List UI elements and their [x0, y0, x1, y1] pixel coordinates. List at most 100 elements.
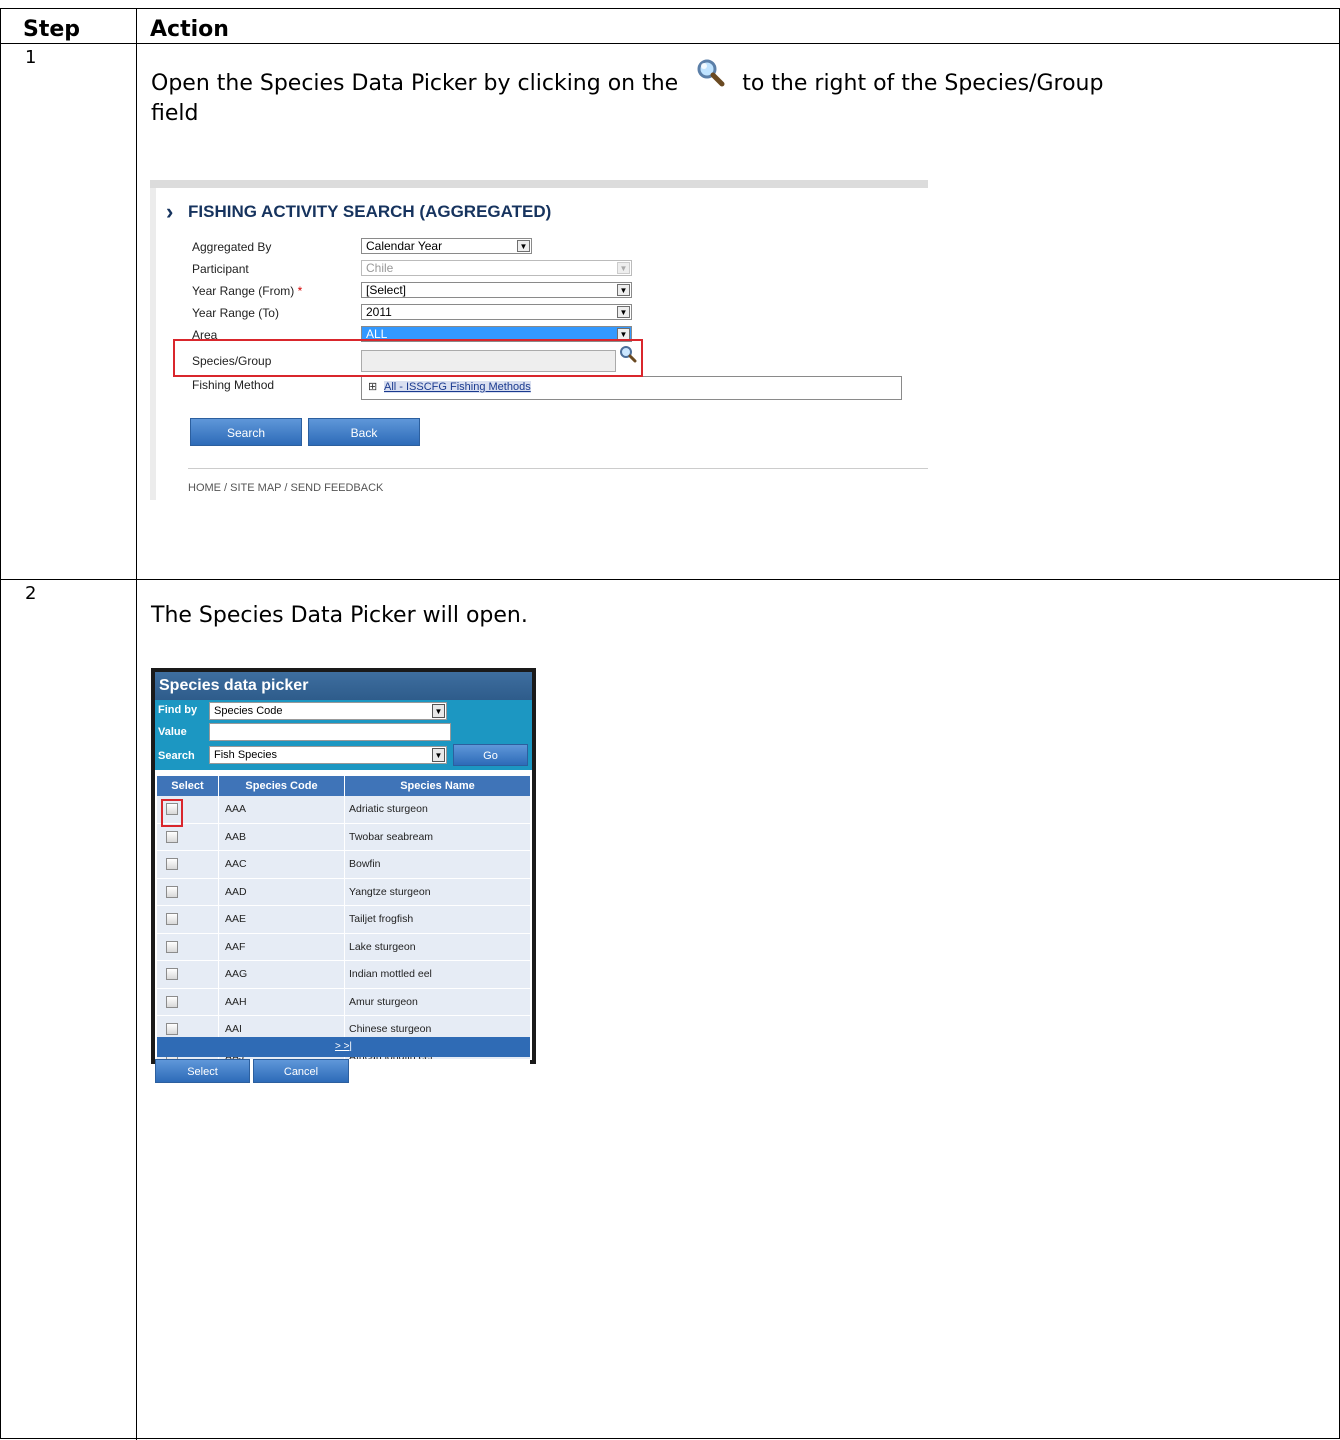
select-cell: [157, 906, 219, 933]
row-checkbox[interactable]: [166, 885, 178, 898]
go-button[interactable]: Go: [453, 744, 528, 766]
column-header-species-code: Species Code: [219, 776, 345, 796]
cancel-button[interactable]: Cancel: [253, 1059, 349, 1083]
year-to-select[interactable]: 2011 ▼: [361, 304, 632, 320]
fishing-method-value[interactable]: All - ISSCFG Fishing Methods: [384, 381, 531, 393]
fishing-method-box[interactable]: ⊞ All - ISSCFG Fishing Methods: [361, 376, 902, 400]
search-label: Search: [158, 750, 195, 762]
step-2-instruction: The Species Data Picker will open.: [151, 603, 528, 628]
table-row[interactable]: AAD Yangtze sturgeon: [157, 878, 530, 906]
species-name-cell: Yangtze sturgeon: [349, 885, 431, 898]
aggregated-by-select[interactable]: Calendar Year ▼: [361, 238, 532, 254]
top-bar: [150, 180, 928, 188]
picker-footer: Select Cancel: [155, 1059, 530, 1083]
year-from-label-text: Year Range (From): [192, 284, 295, 298]
dropdown-arrow-icon[interactable]: ▼: [432, 704, 445, 718]
search-type-select[interactable]: Fish Species ▼: [209, 746, 447, 764]
dropdown-arrow-icon[interactable]: ▼: [432, 748, 445, 762]
year-from-value: [Select]: [366, 283, 407, 297]
species-code-cell: AAB: [219, 823, 345, 850]
select-button[interactable]: Select: [155, 1059, 250, 1083]
row-checkbox[interactable]: [166, 1023, 178, 1035]
species-code-cell: AAG: [219, 961, 345, 988]
dropdown-arrow-icon[interactable]: ▼: [617, 306, 630, 318]
footer-links[interactable]: HOME / SITE MAP / SEND FEEDBACK: [188, 482, 383, 494]
row-divider: [1, 579, 1340, 580]
table-row[interactable]: AAF Lake sturgeon: [157, 933, 530, 961]
dropdown-arrow-icon[interactable]: ▼: [617, 284, 630, 296]
year-to-value: 2011: [366, 305, 392, 319]
value-input[interactable]: [209, 723, 451, 741]
table-row[interactable]: AAE Tailjet frogfish: [157, 906, 530, 934]
select-cell: [157, 878, 219, 905]
results-table-header: Select Species Code Species Name: [157, 776, 530, 796]
table-row[interactable]: AAB Twobar seabream: [157, 823, 530, 851]
divider: [188, 468, 928, 469]
select-cell: [157, 988, 219, 1015]
instruction-text: to the right of the Species/Group: [742, 71, 1104, 96]
aggregated-by-value: Calendar Year: [366, 239, 443, 253]
species-name-cell: Amur sturgeon: [349, 995, 418, 1008]
magnifier-icon: [685, 57, 735, 87]
page-title: FISHING ACTIVITY SEARCH (AGGREGATED): [188, 202, 552, 221]
row-checkbox[interactable]: [166, 940, 178, 953]
fishing-method-label: Fishing Method: [192, 378, 275, 392]
step-number: 1: [25, 47, 37, 68]
table-row[interactable]: AAH Amur sturgeon: [157, 988, 530, 1016]
column-header-species-name: Species Name: [400, 780, 475, 792]
action-column-header: Action: [150, 17, 229, 42]
species-code-cell: AAE: [219, 906, 345, 933]
step-number: 2: [25, 583, 37, 604]
year-from-label: Year Range (From) *: [192, 284, 302, 298]
species-data-picker-screenshot: Species data picker Find by Species Code…: [151, 668, 536, 1064]
column-divider: [136, 9, 137, 1440]
row-checkbox[interactable]: [166, 995, 178, 1008]
row-checkbox[interactable]: [166, 913, 178, 925]
find-by-label: Find by: [158, 704, 198, 716]
column-header-select: Select: [157, 776, 219, 796]
chevron-right-icon: ›: [166, 199, 174, 224]
instruction-text: field: [151, 101, 199, 126]
row-checkbox[interactable]: [166, 968, 178, 980]
instruction-text: Open the Species Data Picker by clicking…: [151, 71, 679, 96]
find-by-select[interactable]: Species Code ▼: [209, 702, 447, 720]
find-by-value: Species Code: [214, 705, 283, 717]
species-name-cell: Bowfin: [349, 858, 381, 870]
select-cell: [157, 933, 219, 960]
step-1-instruction: Open the Species Data Picker by clicking…: [151, 59, 1251, 129]
next-page-link[interactable]: > >|: [335, 1041, 352, 1052]
dropdown-arrow-icon[interactable]: ▼: [517, 240, 530, 252]
expand-icon[interactable]: ⊞: [368, 380, 377, 393]
picker-panel: Species data picker Find by Species Code…: [155, 672, 532, 1060]
year-to-label: Year Range (To): [192, 306, 279, 320]
table-row[interactable]: AAC Bowfin: [157, 851, 530, 879]
row-checkbox[interactable]: [166, 858, 178, 870]
highlight-box: [161, 799, 183, 827]
table-row[interactable]: AAA Adriatic sturgeon: [157, 796, 530, 824]
participant-label: Participant: [192, 262, 249, 276]
year-from-select[interactable]: [Select] ▼: [361, 282, 632, 298]
species-code-cell: AAF: [219, 933, 345, 960]
species-code-cell: AAA: [219, 796, 345, 823]
highlight-box: [173, 339, 643, 377]
required-mark: *: [297, 284, 303, 298]
table-row[interactable]: AAG Indian mottled eel: [157, 961, 530, 989]
species-name-cell: Tailjet frogfish: [349, 913, 414, 925]
species-name-cell: Indian mottled eel: [349, 968, 432, 980]
species-code-cell: AAH: [219, 988, 345, 1015]
dropdown-arrow-icon: ▼: [617, 262, 630, 274]
row-checkbox[interactable]: [166, 830, 178, 843]
search-type-value: Fish Species: [214, 749, 277, 761]
participant-value: Chile: [366, 261, 394, 275]
select-cell: [157, 823, 219, 850]
aggregated-by-label: Aggregated By: [192, 240, 272, 254]
fishing-activity-search-screenshot: › FISHING ACTIVITY SEARCH (AGGREGATED) A…: [150, 180, 928, 500]
value-label: Value: [158, 726, 187, 738]
step-column-header: Step: [23, 17, 81, 42]
header-divider: [1, 43, 1340, 44]
species-code-cell: AAC: [219, 851, 345, 878]
pager-bar: > >|: [157, 1037, 530, 1057]
species-name-cell: Lake sturgeon: [349, 940, 416, 953]
search-button[interactable]: Search: [190, 418, 302, 446]
back-button[interactable]: Back: [308, 418, 420, 446]
